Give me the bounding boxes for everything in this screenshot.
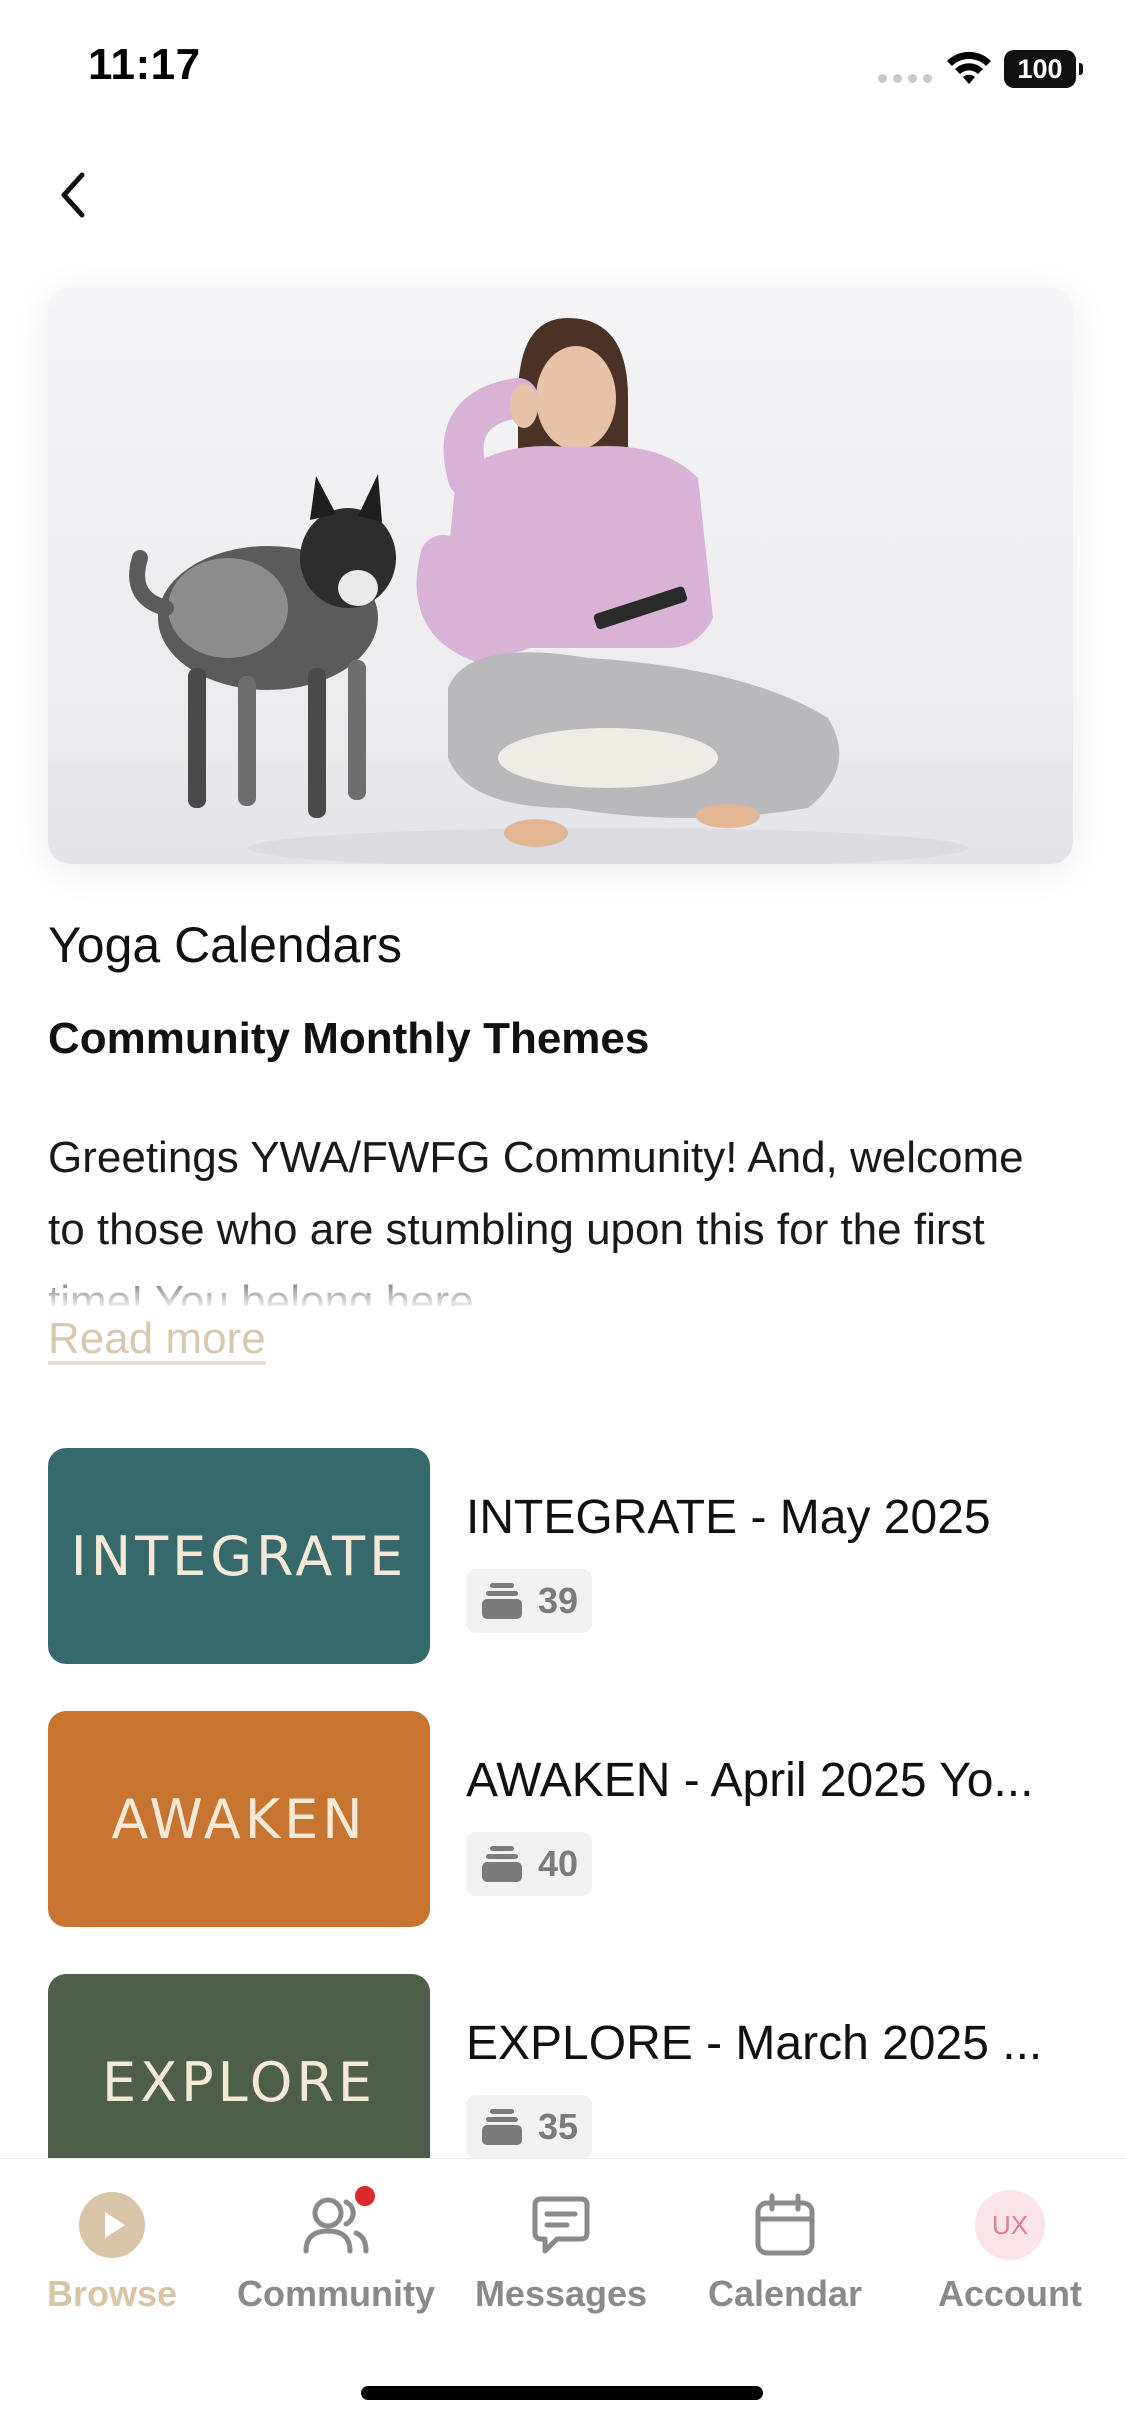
thumbnail-text: INTEGRATE xyxy=(70,1524,408,1588)
tab-label: Calendar xyxy=(707,2273,863,2314)
lesson-count: 39 xyxy=(538,1580,579,1621)
list-item[interactable]: AWAKEN AWAKEN - April 2025 Yo... 40 xyxy=(48,1711,1078,1927)
item-title: AWAKEN - April 2025 Yo... xyxy=(466,1754,1034,1807)
cellular-signal-icon xyxy=(878,74,932,83)
stack-icon xyxy=(482,2109,522,2145)
item-info: EXPLORE - March 2025 ... 35 xyxy=(466,1974,1066,2158)
status-time: 11:17 xyxy=(88,40,201,89)
hero-image xyxy=(48,288,1073,864)
item-thumbnail: AWAKEN xyxy=(48,1711,430,1927)
item-thumbnail: INTEGRATE xyxy=(48,1448,430,1664)
stack-icon xyxy=(482,1583,522,1619)
item-title: EXPLORE - March 2025 ... xyxy=(466,2017,1043,2070)
item-info: INTEGRATE - May 2025 39 xyxy=(466,1448,1066,1664)
thumbnail-text: AWAKEN xyxy=(111,1787,367,1851)
message-icon xyxy=(525,2189,597,2261)
tab-label: Account xyxy=(938,2273,1082,2314)
home-indicator xyxy=(361,2386,763,2400)
stack-icon xyxy=(482,1846,522,1882)
battery-icon: 100 xyxy=(1004,50,1083,88)
tab-label: Browse xyxy=(46,2273,178,2314)
battery-level: 100 xyxy=(1017,53,1063,84)
people-icon xyxy=(300,2183,378,2261)
calendar-icon xyxy=(749,2189,821,2261)
avatar-initials: UX xyxy=(991,2209,1029,2240)
back-button[interactable] xyxy=(48,160,98,230)
wifi-icon xyxy=(947,51,991,84)
list-item[interactable]: INTEGRATE INTEGRATE - May 2025 39 xyxy=(48,1448,1078,1664)
lesson-count: 35 xyxy=(538,2106,579,2147)
tab-label: Community xyxy=(237,2273,435,2314)
status-bar: 11:17 100 xyxy=(0,0,1125,140)
thumbnail-text: EXPLORE xyxy=(102,2050,376,2114)
page-subtitle: Community Monthly Themes xyxy=(48,1014,650,1063)
notification-dot xyxy=(352,2183,378,2209)
tab-community[interactable]: Community xyxy=(236,2183,436,2315)
hero-illustration xyxy=(129,318,968,864)
lesson-count-badge: 40 xyxy=(466,1832,593,1896)
description-fade xyxy=(48,1258,1058,1308)
chevron-left-icon xyxy=(61,172,85,218)
tab-browse[interactable]: Browse xyxy=(12,2189,212,2315)
woman-figure xyxy=(416,318,840,847)
calendar-list: INTEGRATE INTEGRATE - May 2025 39 AWAKEN… xyxy=(48,1448,1078,2158)
tab-account[interactable]: UX Account xyxy=(910,2189,1110,2315)
tab-label: Messages xyxy=(474,2273,648,2314)
play-icon xyxy=(76,2189,148,2261)
list-item[interactable]: EXPLORE EXPLORE - March 2025 ... 35 xyxy=(48,1974,1078,2158)
item-thumbnail: EXPLORE xyxy=(48,1974,430,2158)
lesson-count-badge: 39 xyxy=(466,1569,593,1633)
tab-calendar[interactable]: Calendar xyxy=(685,2189,885,2315)
read-more-link[interactable]: Read more xyxy=(48,1314,266,1364)
lesson-count-badge: 35 xyxy=(466,2095,593,2158)
tab-messages[interactable]: Messages xyxy=(461,2189,661,2315)
item-info: AWAKEN - April 2025 Yo... 40 xyxy=(466,1711,1066,1927)
lesson-count: 40 xyxy=(538,1843,579,1884)
dog-figure xyxy=(129,474,396,818)
avatar: UX xyxy=(974,2189,1046,2261)
item-title: INTEGRATE - May 2025 xyxy=(466,1491,991,1544)
page-title: Yoga Calendars xyxy=(48,917,402,973)
